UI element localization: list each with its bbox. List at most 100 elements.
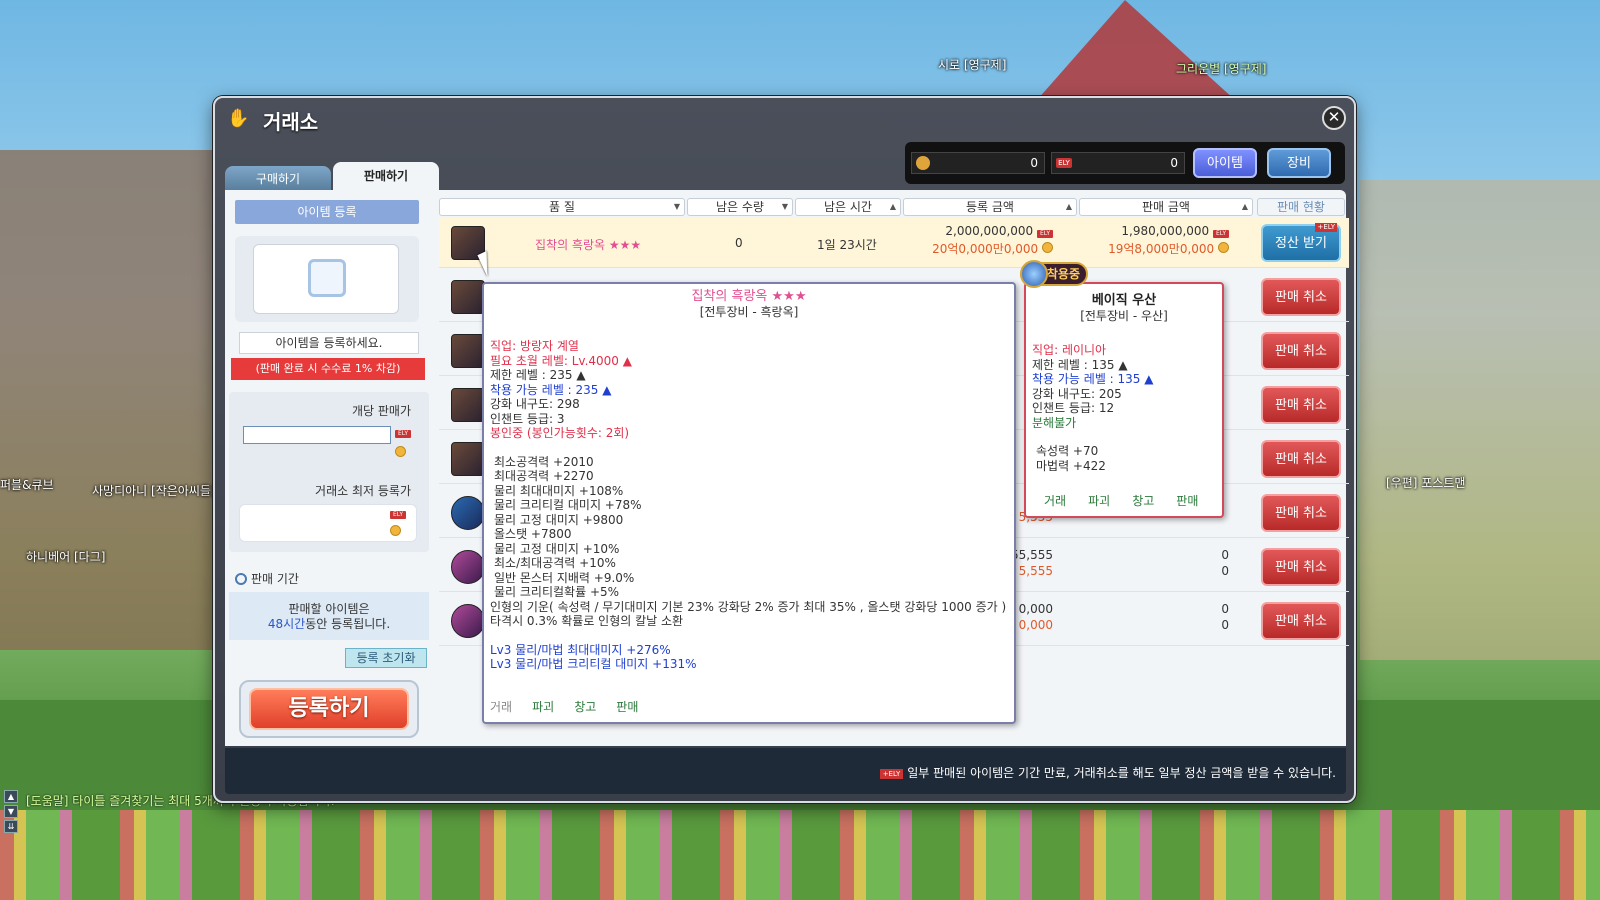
tooltip-item-title: 집착의 흑랑옥 ★★★ [691,289,807,304]
header-label: 등록 금액 [966,200,1014,214]
character-name[interactable]: 하니베어 [다그] [26,548,105,565]
equipped-storage-flag: 창고 [1132,493,1155,508]
sort-down-icon: ▼ [781,202,788,211]
footer-message-text: 일부 판매된 아이템은 기간 만료, 거래취소를 해도 일부 정산 금액을 받을… [907,766,1336,780]
header-sale-price[interactable]: 판매 금액 ▲ [1079,198,1253,216]
settle-button[interactable]: +ELY 정산 받기 [1261,223,1341,262]
sale-price-meso: 0 [1221,564,1229,578]
character-name[interactable]: 사망디아니 [작은아씨들] [92,482,216,499]
item-icon[interactable] [451,334,485,368]
item-slot[interactable] [253,244,399,314]
tooltip-durability: 강화 내구도: 298 [490,397,580,411]
ely-icon: ELY [390,511,406,519]
item-icon[interactable] [451,550,485,584]
register-button[interactable]: 등록하기 [249,688,409,730]
sort-up-icon: ▲ [1241,202,1248,211]
settle-button-label: 정산 받기 [1275,236,1327,251]
equipped-unbreakable: 분해불가 [1032,415,1077,430]
close-button[interactable]: ✕ [1322,106,1346,130]
chat-scroll-controls: ▲ ▼ ⇊ [4,790,18,833]
equipped-limit-level: 제한 레벨 : 135 ▲ [1032,357,1128,372]
chat-bottom-icon[interactable]: ⇊ [4,820,18,833]
tooltip-job: 직업: 방랑자 계열 [490,339,579,353]
header-quality[interactable]: 품 질 ▼ [439,198,685,216]
ely-icon: ELY [1037,230,1053,238]
header-reg-price[interactable]: 등록 금액 ▲ [903,198,1077,216]
tooltip-gap [1032,430,1216,444]
meso-display: 0 [911,152,1045,174]
ely-amount: 0 [1170,156,1178,170]
currency-bar: 0 ELY 0 아이템 장비 [905,142,1345,184]
equipped-badge: 착용중 [1020,260,1088,288]
item-tooltip: 집착의 흑랑옥 ★★★ [전투장비 - 흑랑옥] 직업: 방랑자 계열 필요 초… [482,282,1016,724]
item-icon[interactable] [451,604,485,638]
equipped-job: 직업: 레이니아 [1032,343,1107,357]
table-row[interactable]: 집착의 흑랑옥 ★★★ 0 1일 23시간 2,000,000,000 ELY … [439,218,1349,268]
header-remaining-time[interactable]: 남은 시간 ▲ [795,198,901,216]
character-name[interactable]: 그리운별 [영구제] [1176,60,1266,77]
header-label: 남은 시간 [824,200,872,214]
lowest-price-display: ELY [239,504,417,542]
tab-sell[interactable]: 판매하기 [333,162,439,190]
chat-up-icon[interactable]: ▲ [4,790,18,803]
equipped-destroy-flag: 파괴 [1088,493,1111,508]
tooltip-seal: 봉인중 (봉인가능횟수: 2회) [490,426,630,440]
tooltip-item-type: [전투장비 - 흑랑옥] [699,304,799,319]
category-item-button[interactable]: 아이템 [1193,148,1257,178]
reg-price-ely: 55,555 [1011,548,1053,562]
header-label: 품 질 [549,200,575,214]
tooltip-stat: 타격시 0.3% 확률로 인형의 칼날 소환 [490,614,684,628]
register-panel: 아이템 등록 아이템을 등록하세요. (판매 완료 시 수수료 1% 차감) 개… [229,196,429,740]
item-icon[interactable] [451,388,485,422]
cancel-sale-button[interactable]: 판매 취소 [1261,332,1341,370]
cancel-sale-button[interactable]: 판매 취소 [1261,548,1341,586]
reg-price-meso-value: 20억0,000만0,000 [932,242,1039,256]
cancel-sale-button[interactable]: 판매 취소 [1261,386,1341,424]
tooltip-stat: 올스탯 +7800 [494,527,572,541]
equipped-actions: 거래 파괴 창고 판매 [1044,494,1198,509]
reset-register-button[interactable]: 등록 초기화 [345,648,427,668]
tab-buy[interactable]: 구매하기 [225,166,331,190]
header-remaining-qty[interactable]: 남은 수량 ▼ [687,198,793,216]
equipped-tooltip: 베이직 우산 [전투장비 - 우산] 직업: 레이니아 제한 레벨 : 135 … [1024,282,1224,518]
equipped-stat: 속성력 +70 [1036,444,1099,458]
tooltip-stat: 최소공격력 +2010 [494,454,594,469]
cancel-sale-button[interactable]: 판매 취소 [1261,494,1341,532]
register-title: 아이템 등록 [235,200,419,224]
cancel-sale-button[interactable]: 판매 취소 [1261,278,1341,316]
character-name[interactable]: 퍼블&큐브 [0,476,54,493]
cancel-sale-button[interactable]: 판매 취소 [1261,440,1341,478]
equipped-badge-text: 착용중 [1046,267,1080,281]
sort-up-icon: ▲ [1065,202,1072,211]
tooltip-wear-level: 착용 가능 레벨 : 235 ▲ [490,382,612,397]
meso-amount: 0 [1030,156,1038,170]
lowest-price-label: 거래소 최저 등록가 [315,484,411,498]
unit-price-input[interactable] [243,426,391,444]
footer-message: +ELY 일부 판매된 아이템은 기간 만료, 거래취소를 해도 일부 정산 금액… [879,764,1336,781]
empty-slot-icon [308,259,346,297]
handshake-icon: ✋ [227,108,250,129]
chat-down-icon[interactable]: ▼ [4,805,18,818]
category-equip-button[interactable]: 장비 [1267,148,1331,178]
equipped-wear-level: 착용 가능 레벨 : 135 ▲ [1032,372,1154,386]
reg-price-ely: 0,000 [1018,602,1053,616]
equipped-stat: 마법력 +422 [1036,458,1106,473]
item-icon[interactable] [451,280,485,314]
tooltip-actions: 거래 파괴 창고 판매 [490,700,638,715]
meso-coin-icon [395,446,406,457]
character-name[interactable]: 시로 [영구제] [938,56,1006,73]
tooltip-bonus: Lv3 물리/마법 크리티컬 대미지 +131% [490,657,697,671]
item-icon[interactable] [451,442,485,476]
meso-coin-icon [916,156,930,170]
reg-price-meso: 0,000 [1018,618,1053,632]
item-icon[interactable] [451,496,485,530]
npc-name-postman[interactable]: [우편] 포스트맨 [1386,474,1465,491]
register-prompt: 아이템을 등록하세요. [239,332,419,354]
tooltip-req-level: 필요 초월 레벨: Lv.4000 ▲ [490,353,632,368]
cancel-sale-button[interactable]: 판매 취소 [1261,602,1341,640]
tooltip-stat: 물리 크리티컬확률 +5% [494,585,620,599]
tooltip-destroy-flag: 파괴 [532,699,555,714]
ely-bonus-badge: +ELY [1315,223,1337,232]
sort-up-icon: ▲ [889,202,896,211]
ely-display: ELY 0 [1051,152,1185,174]
